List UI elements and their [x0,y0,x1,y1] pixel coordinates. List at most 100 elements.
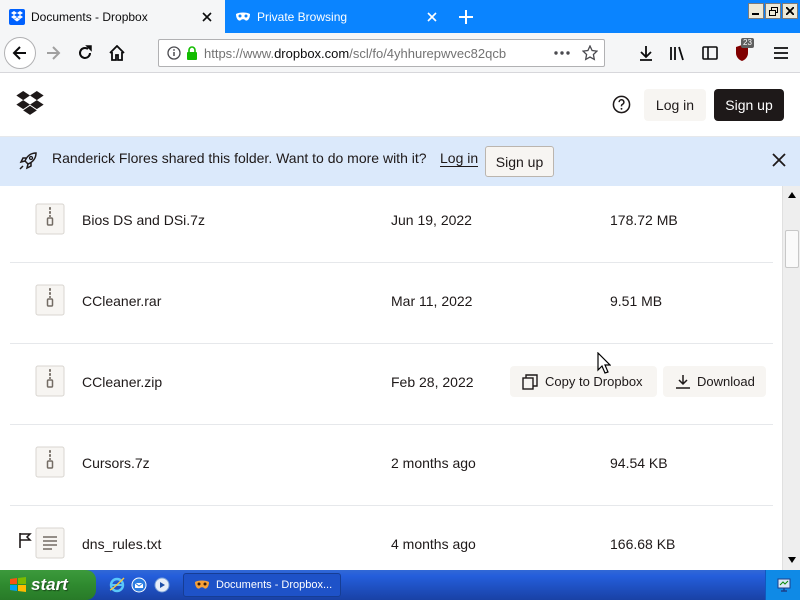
page-scrollbar[interactable] [782,186,800,570]
text-file-icon [35,527,65,559]
ublock-count-badge: 23 [741,38,754,48]
taskbar-window-title: Documents - Dropbox... [216,579,333,591]
download-button[interactable]: Download [663,366,766,397]
rocket-icon [18,151,38,176]
system-tray [765,570,800,600]
media-player-icon[interactable] [154,577,170,593]
archive-file-icon [35,203,65,235]
copy-icon [522,373,538,390]
file-name[interactable]: Cursors.7z [82,455,150,471]
download-arrow-icon [640,46,652,61]
restore-window-icon[interactable] [765,3,781,19]
home-button[interactable] [102,38,132,68]
library-icon [670,46,684,61]
banner-login-link[interactable]: Log in [440,150,479,167]
archive-file-icon [35,446,65,478]
download-icon [676,374,690,389]
hamburger-menu-icon [774,47,788,59]
library-button[interactable] [663,38,693,68]
file-row[interactable]: Bios DS and DSi.7z Jun 19, 2022 178.72 M… [10,186,773,263]
file-name[interactable]: Bios DS and DSi.7z [82,212,205,228]
home-icon [109,45,125,61]
reload-button[interactable] [70,38,100,68]
back-button[interactable] [4,37,36,69]
file-row[interactable]: dns_rules.txt 4 months ago 166.68 KB [10,506,773,569]
close-banner-icon[interactable] [771,152,787,173]
copy-to-dropbox-button[interactable]: Copy to Dropbox [510,366,657,397]
dropbox-header: Log in Sign up [0,74,800,137]
bookmark-star-icon[interactable] [582,45,598,61]
file-size: 178.72 MB [610,212,678,228]
banner-message: Randerick Flores shared this folder. Wan… [52,150,427,166]
internet-explorer-icon[interactable] [109,577,125,593]
file-size: 94.54 KB [610,455,668,471]
tab-private-browsing[interactable]: Private Browsing [226,0,450,33]
file-modified: Jun 19, 2022 [391,212,472,228]
file-row[interactable]: CCleaner.rar Mar 11, 2022 9.51 MB [10,263,773,344]
file-modified: 4 months ago [391,536,476,552]
file-modified: Mar 11, 2022 [391,293,473,309]
tab-title: Private Browsing [257,9,348,24]
taskbar-firefox-window[interactable]: Documents - Dropbox... [183,573,341,597]
dropbox-logo-icon[interactable] [16,91,44,121]
lock-icon[interactable] [186,46,198,60]
file-name[interactable]: CCleaner.zip [82,374,162,390]
file-size: 9.51 MB [610,293,663,309]
arrow-right-icon [47,46,61,60]
header-login-button[interactable]: Log in [644,89,706,121]
forward-button[interactable] [38,38,68,68]
archive-file-icon [35,284,65,316]
file-row[interactable]: Cursors.7z 2 months ago 94.54 KB [10,425,773,506]
close-tab-icon[interactable] [422,7,442,27]
close-window-icon[interactable] [782,3,798,19]
outlook-express-icon[interactable] [131,577,147,593]
scroll-down-icon[interactable] [785,553,799,567]
url-path: /scl/fo/4yhhurepwvec82qcb [349,45,507,61]
file-modified: Feb 28, 2022 [391,374,474,390]
minimize-window-icon[interactable] [748,3,764,19]
windows-taskbar: start Documents - Dropbox... [0,570,800,600]
download-label: Download [697,374,755,389]
network-icon[interactable] [776,577,792,593]
url-domain: dropbox.com [274,45,350,61]
private-mask-icon [195,580,209,589]
mouse-cursor-icon [597,351,612,379]
file-modified: 2 months ago [391,455,476,471]
url-bar[interactable]: https://www.dropbox.com/scl/fo/4yhhurepw… [158,39,605,67]
menu-button[interactable] [766,38,796,68]
copy-to-dropbox-label: Copy to Dropbox [545,374,643,389]
file-name[interactable]: CCleaner.rar [82,293,161,309]
page-actions-icon[interactable] [553,46,571,60]
sidebar-button[interactable] [695,38,725,68]
file-list: Bios DS and DSi.7z Jun 19, 2022 178.72 M… [0,186,782,569]
close-tab-icon[interactable] [197,7,217,27]
info-icon[interactable] [167,46,181,60]
url-prefix: https://www. [204,45,275,61]
scroll-up-icon[interactable] [785,188,799,202]
shared-folder-banner: Randerick Flores shared this folder. Wan… [0,137,800,186]
sidebar-icon [702,46,718,60]
arrow-left-icon [12,46,26,60]
downloads-button[interactable] [631,38,661,68]
windows-logo-icon [10,577,26,592]
start-button[interactable]: start [0,570,96,600]
scroll-thumb[interactable] [785,230,799,268]
tab-title: Documents - Dropbox [31,9,148,24]
tab-documents-dropbox[interactable]: Documents - Dropbox [0,0,225,33]
header-signup-button[interactable]: Sign up [714,89,784,121]
reload-icon [79,45,92,59]
file-size: 166.68 KB [610,536,676,552]
url-text: https://www.dropbox.com/scl/fo/4yhhurepw… [204,46,534,61]
file-name[interactable]: dns_rules.txt [82,536,161,552]
new-tab-icon[interactable] [455,6,477,28]
tab-strip: Documents - Dropbox Private Browsing [0,0,800,33]
flag-icon[interactable] [18,532,32,553]
dropbox-favicon-icon [9,8,25,25]
navigation-toolbar: https://www.dropbox.com/scl/fo/4yhhurepw… [0,33,800,73]
archive-file-icon [35,365,65,397]
private-mask-icon [235,9,251,25]
file-row[interactable]: CCleaner.zip Feb 28, 2022 Copy to Dropbo… [10,344,773,425]
help-icon[interactable] [612,95,631,119]
start-label: start [31,575,68,594]
banner-signup-button[interactable]: Sign up [485,146,554,177]
